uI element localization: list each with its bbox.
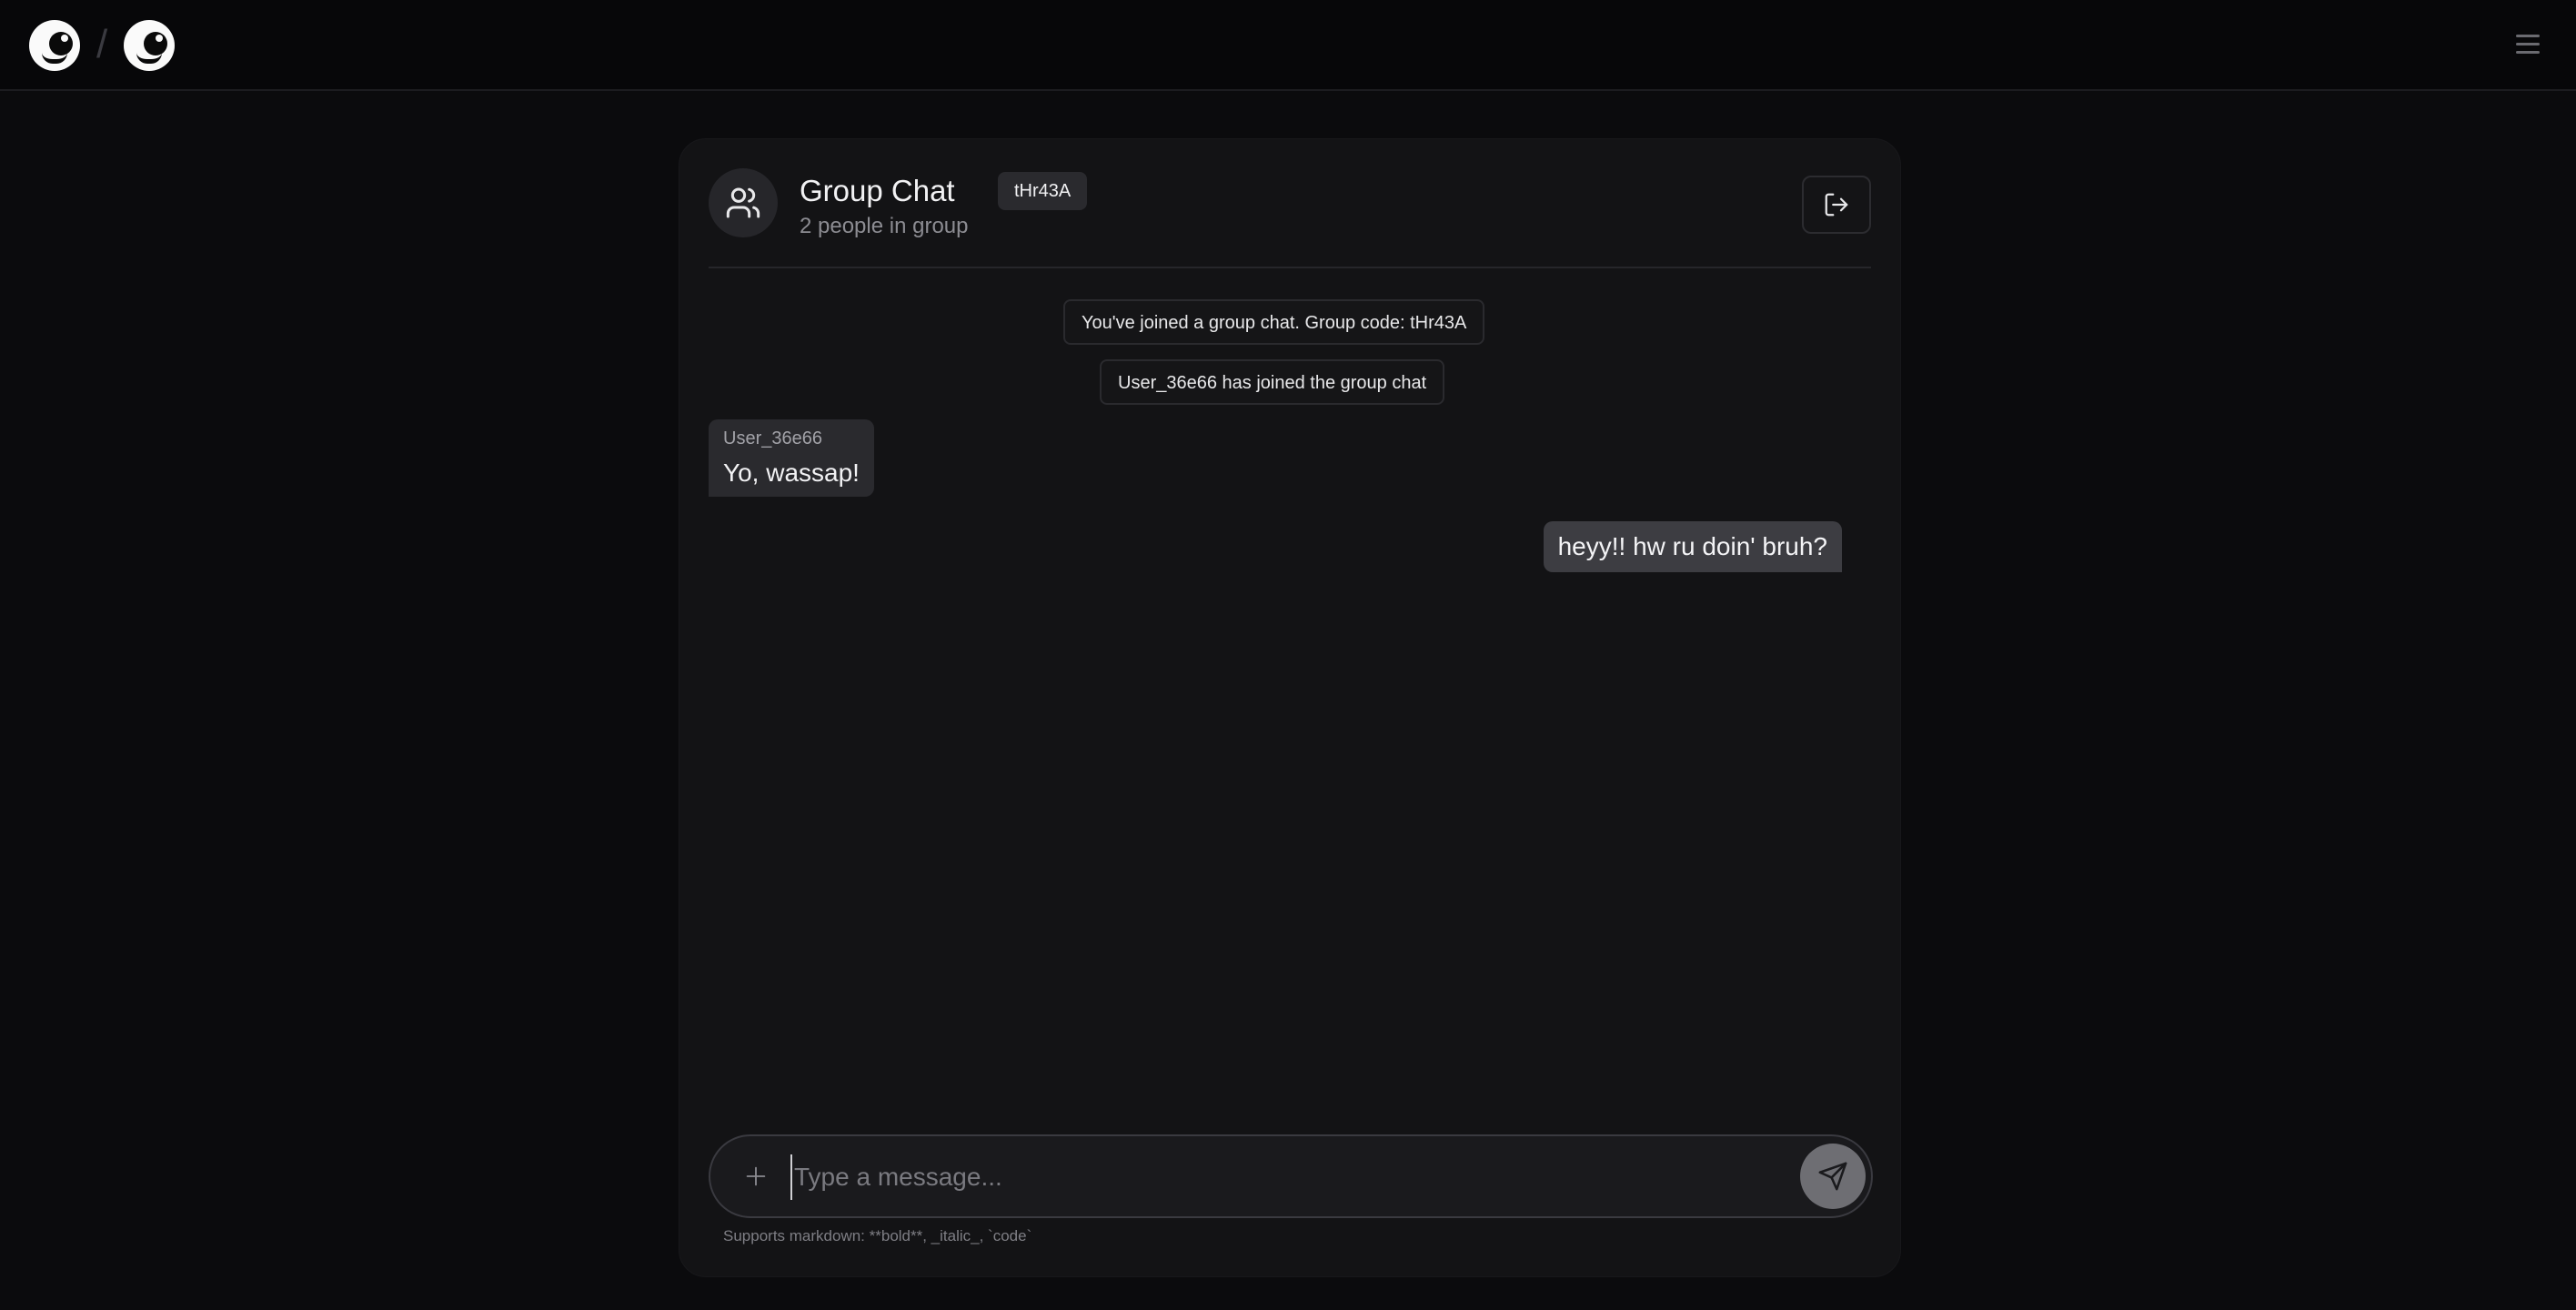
log-out-icon [1825,193,1848,217]
page-title: Group Chat [800,174,955,207]
group-code-badge: tHr43A [998,172,1088,210]
top-bar: / [0,0,2576,91]
outgoing-message: heyy!! hw ru doin' bruh? [1543,521,1842,572]
smiley-logo-icon[interactable] [29,20,80,71]
message-sender: User_36e66 [723,428,822,448]
system-message: User_36e66 has joined the group chat [1100,359,1445,405]
smiley-logo-icon[interactable] [124,20,175,71]
chat-panel: Group Chat tHr43A 2 people in group You'… [679,138,1901,1277]
send-icon [1818,1162,1847,1191]
breadcrumb-separator: / [96,22,108,66]
markdown-hint: Supports markdown: **bold**, _italic_, `… [723,1227,1032,1244]
chat-header: Group Chat tHr43A 2 people in group [709,168,1871,268]
message-text: Yo, wassap! [723,458,860,487]
plus-icon[interactable] [736,1156,776,1196]
message-composer [709,1134,1873,1218]
send-button[interactable] [1800,1144,1866,1209]
incoming-message: User_36e66 Yo, wassap! [709,419,874,497]
message-input[interactable] [790,1154,1700,1200]
leave-chat-button[interactable] [1802,176,1871,234]
users-icon [709,168,778,237]
hamburger-menu-icon[interactable] [2516,35,2540,56]
system-message: You've joined a group chat. Group code: … [1063,299,1485,345]
member-count: 2 people in group [800,214,969,238]
